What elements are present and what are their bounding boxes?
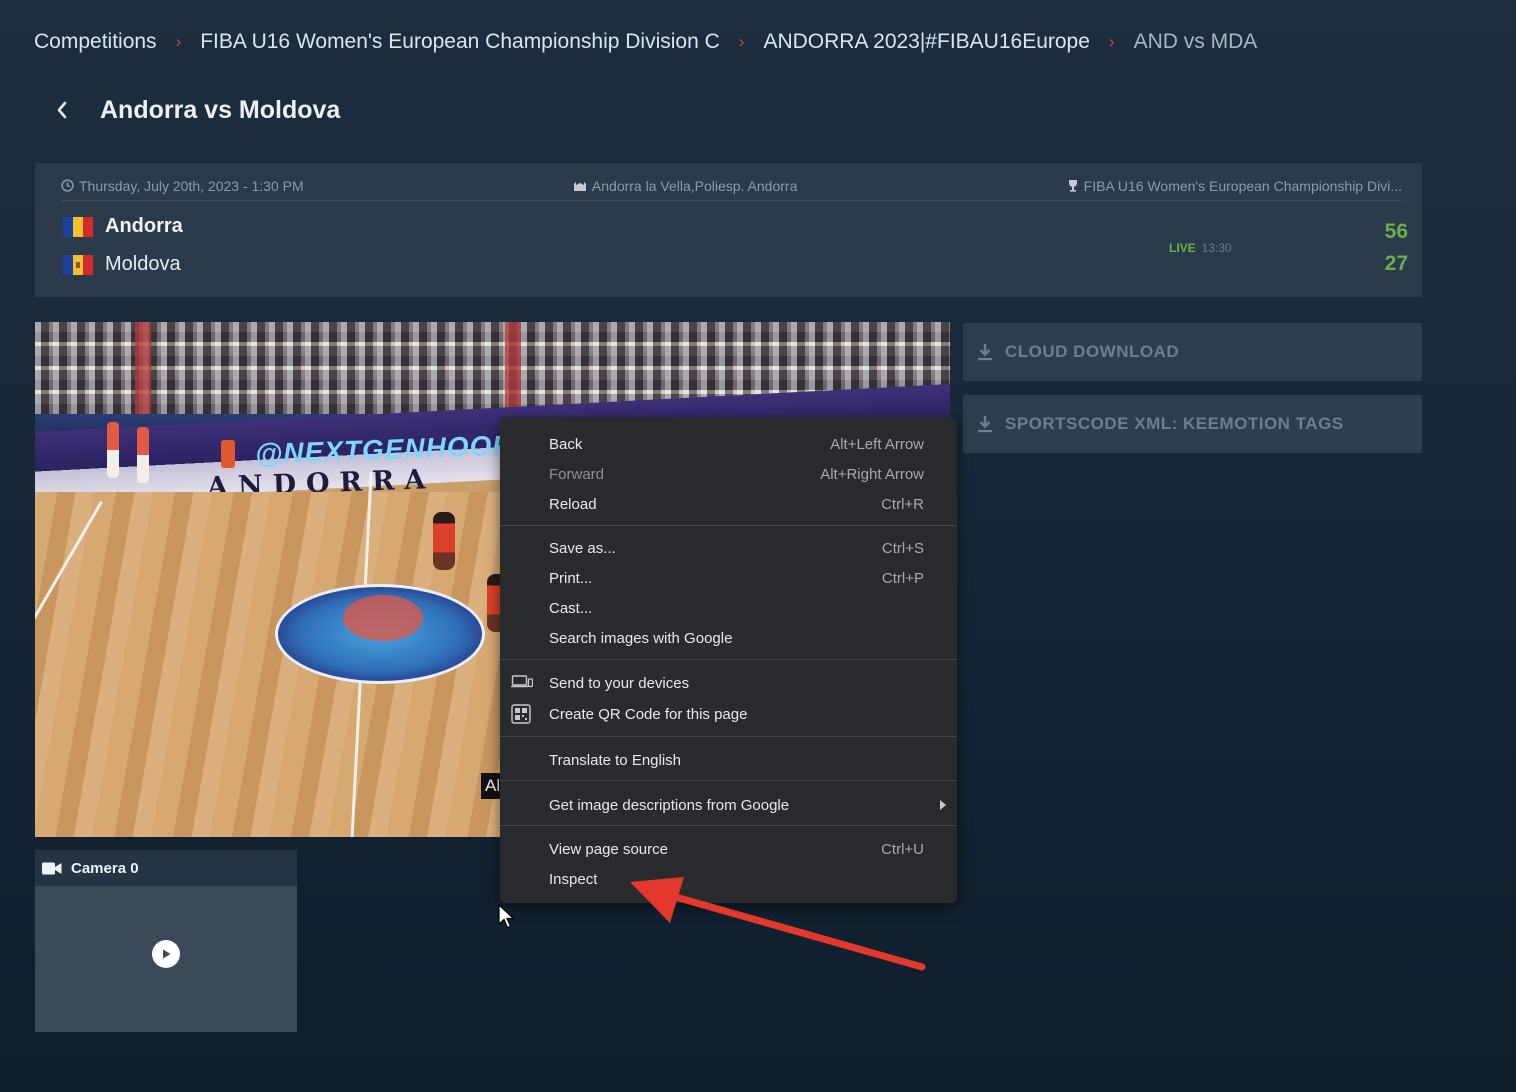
chevron-right-icon: ›: [175, 32, 182, 51]
live-status: LIVE 13:30: [1169, 241, 1232, 255]
bench-player: [137, 427, 149, 483]
match-meta: Thursday, July 20th, 2023 - 1:30 PM Ando…: [61, 171, 1402, 201]
menu-divider: [500, 659, 957, 660]
context-menu-print[interactable]: Print... Ctrl+P: [500, 563, 957, 593]
away-team-name: Moldova: [105, 253, 181, 275]
moldova-flag-icon: [63, 254, 93, 275]
breadcrumb: Competitions › FIBA U16 Women's European…: [34, 28, 1257, 56]
annotation-arrow-icon: [630, 877, 926, 971]
menu-item-shortcut: Ctrl+U: [881, 840, 924, 858]
menu-item-label: Send to your devices: [549, 674, 690, 692]
page-title: Andorra vs Moldova: [100, 95, 341, 124]
menu-item-label: Create QR Code for this page: [549, 705, 748, 723]
player: [433, 512, 455, 570]
context-menu-send-devices[interactable]: Send to your devices: [500, 668, 957, 698]
menu-item-label: Save as...: [549, 539, 616, 557]
andorra-flag-icon: [63, 216, 93, 237]
trophy-icon: [1068, 180, 1077, 192]
banner-logo: [221, 440, 235, 468]
match-datetime: Thursday, July 20th, 2023 - 1:30 PM: [61, 178, 304, 194]
context-menu-save-as[interactable]: Save as... Ctrl+S: [500, 533, 957, 563]
center-court-logo: [275, 584, 485, 684]
away-score: 27: [1384, 252, 1408, 275]
chevron-right-icon: ›: [738, 32, 745, 51]
home-team-name: Andorra: [105, 215, 183, 237]
breadcrumb-event[interactable]: ANDORRA 2023|#FIBAU16Europe: [763, 30, 1089, 54]
menu-item-label: View page source: [549, 840, 668, 858]
match-card[interactable]: Thursday, July 20th, 2023 - 1:30 PM Ando…: [35, 163, 1422, 297]
cloud-download-button[interactable]: CLOUD DOWNLOAD: [963, 323, 1422, 381]
context-menu-translate[interactable]: Translate to English: [500, 745, 957, 775]
menu-divider: [500, 736, 957, 737]
menu-item-label: Forward: [549, 465, 605, 483]
match-datetime-text: Thursday, July 20th, 2023 - 1:30 PM: [79, 177, 304, 194]
download-icon: [978, 344, 992, 361]
menu-item-shortcut: Alt+Left Arrow: [830, 435, 924, 453]
browser-context-menu: Back Alt+Left Arrow Forward Alt+Right Ar…: [500, 417, 957, 903]
breadcrumb-current: AND vs MDA: [1133, 30, 1258, 53]
context-menu-image-descriptions[interactable]: Get image descriptions from Google: [500, 790, 957, 820]
video-stairs: [505, 322, 521, 414]
cloud-download-label: CLOUD DOWNLOAD: [1005, 342, 1180, 361]
match-venue: Andorra la Vella,Poliesp. Andorra: [573, 178, 797, 194]
stadium-icon: [573, 181, 586, 191]
menu-item-label: Translate to English: [549, 751, 682, 769]
context-menu-search-images[interactable]: Search images with Google: [500, 623, 957, 653]
context-menu-qr-code[interactable]: Create QR Code for this page: [500, 699, 957, 729]
chevron-left-icon: [57, 101, 67, 119]
match-venue-text: Andorra la Vella,Poliesp. Andorra: [591, 177, 798, 194]
menu-item-shortcut: Ctrl+P: [881, 569, 924, 587]
menu-item-shortcut: Ctrl+S: [881, 539, 924, 557]
devices-icon: [511, 675, 533, 688]
download-icon: [978, 416, 992, 433]
game-clock: 13:30: [1201, 241, 1232, 255]
mouse-cursor-icon: [498, 904, 516, 929]
play-icon: [163, 949, 171, 959]
home-team: Andorra: [63, 215, 183, 238]
away-team: Moldova: [63, 253, 181, 276]
match-competition: FIBA U16 Women's European Championship D…: [1067, 178, 1402, 194]
menu-item-shortcut: Ctrl+R: [881, 495, 924, 513]
submenu-arrow-icon: [940, 800, 946, 810]
camera-thumbnail[interactable]: [35, 886, 297, 1032]
camera-label: Camera 0: [71, 859, 139, 877]
menu-item-label: Inspect: [549, 870, 598, 888]
chevron-right-icon: ›: [1108, 32, 1115, 51]
context-menu-forward[interactable]: Forward Alt+Right Arrow: [500, 459, 957, 489]
back-button[interactable]: [50, 94, 74, 126]
menu-item-label: Print...: [549, 569, 593, 587]
menu-item-shortcut: Alt+Right Arrow: [820, 465, 924, 483]
menu-divider: [500, 525, 957, 526]
menu-item-label: Back: [549, 435, 583, 453]
menu-item-label: Get image descriptions from Google: [549, 796, 790, 814]
page-header: Andorra vs Moldova: [50, 94, 340, 126]
video-stairs: [135, 322, 151, 414]
play-button[interactable]: [152, 940, 180, 968]
live-badge: LIVE: [1169, 241, 1196, 255]
context-menu-reload[interactable]: Reload Ctrl+R: [500, 489, 957, 519]
qr-code-icon: [511, 704, 531, 724]
sportscode-xml-label: SPORTSCODE XML: KEEMOTION TAGS: [1005, 414, 1344, 433]
breadcrumb-championship[interactable]: FIBA U16 Women's European Championship D…: [200, 30, 720, 54]
menu-divider: [500, 825, 957, 826]
menu-divider: [500, 780, 957, 781]
bench-player: [107, 422, 119, 478]
clock-icon: [61, 179, 74, 192]
breadcrumb-competitions[interactable]: Competitions: [34, 30, 157, 54]
context-menu-back[interactable]: Back Alt+Left Arrow: [500, 429, 957, 459]
home-score: 56: [1384, 220, 1408, 243]
context-menu-cast[interactable]: Cast...: [500, 593, 957, 623]
video-camera-icon: [42, 862, 62, 874]
match-competition-text: FIBA U16 Women's European Championship D…: [1083, 177, 1402, 194]
menu-item-label: Reload: [549, 495, 597, 513]
menu-item-label: Cast...: [549, 599, 593, 617]
menu-item-label: Search images with Google: [549, 629, 733, 647]
camera-header: Camera 0: [35, 850, 297, 886]
sportscode-xml-button[interactable]: SPORTSCODE XML: KEEMOTION TAGS: [963, 395, 1422, 453]
